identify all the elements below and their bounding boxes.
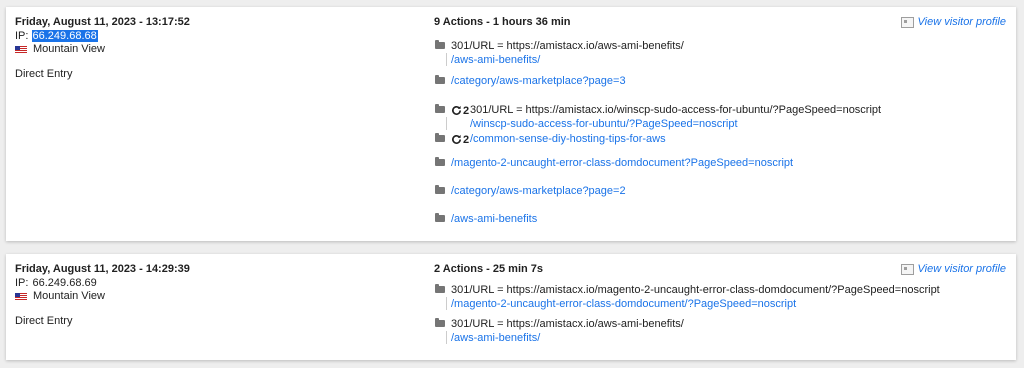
visit-date: Friday, August 11, 2023 - 14:29:39 [15, 263, 190, 275]
action-url[interactable]: /category/aws-marketplace?page=3 [451, 75, 626, 88]
location-name: Mountain View [33, 290, 105, 302]
reload-icon [452, 134, 461, 144]
action-title: 301/URL = https://amistacx.io/aws-ami-be… [451, 318, 684, 330]
ip-value[interactable]: 66.249.68.68 [31, 30, 98, 42]
actions-summary: 9 Actions - 1 hours 36 min [434, 16, 571, 28]
us-flag-icon [15, 292, 27, 301]
visitor-info: Friday, August 11, 2023 - 13:17:52 IP: 6… [15, 16, 415, 81]
location-name: Mountain View [33, 43, 105, 55]
referrer: Direct Entry [15, 68, 73, 80]
view-visitor-profile-link[interactable]: View visitor profile [900, 263, 1006, 276]
connector-line [446, 331, 447, 344]
visit-card: Friday, August 11, 2023 - 14:29:39 IP: 6… [6, 254, 1016, 360]
folder-icon [435, 157, 445, 166]
visitor-location: Mountain View [15, 290, 415, 303]
referrer: Direct Entry [15, 315, 73, 327]
view-visitor-profile-link[interactable]: View visitor profile [900, 16, 1006, 29]
connector-line [446, 297, 447, 310]
actions-panel: 9 Actions - 1 hours 36 min 301/URL = htt… [434, 16, 881, 225]
folder-icon [435, 133, 445, 142]
us-flag-icon [15, 45, 27, 54]
reload-count: 2 [463, 133, 470, 146]
action-url[interactable]: /magento-2-uncaught-error-class-domdocum… [451, 298, 796, 311]
visitor-info: Friday, August 11, 2023 - 14:29:39 IP: 6… [15, 263, 415, 328]
actions-summary: 2 Actions - 25 min 7s [434, 263, 544, 275]
action-url[interactable]: /magento-2-uncaught-error-class-domdocum… [451, 157, 793, 170]
folder-icon [435, 185, 445, 194]
connector-line [446, 117, 447, 130]
ip-value[interactable]: 66.249.68.69 [32, 277, 98, 289]
action-title: 301/URL = https://amistacx.io/aws-ami-be… [451, 40, 684, 52]
reload-indicator: 2 [451, 133, 469, 146]
visit-card: Friday, August 11, 2023 - 13:17:52 IP: 6… [6, 7, 1016, 241]
folder-icon [435, 40, 445, 49]
action-url[interactable]: /common-sense-diy-hosting-tips-for-aws [470, 133, 666, 146]
profile-icon [900, 17, 914, 28]
action-url[interactable]: /winscp-sudo-access-for-ubuntu/?PageSpee… [470, 118, 738, 131]
reload-indicator: 2 [451, 104, 469, 117]
ip-label: IP: [15, 277, 32, 289]
view-visitor-profile-label: View visitor profile [917, 16, 1006, 28]
action-url[interactable]: /category/aws-marketplace?page=2 [451, 185, 626, 198]
action-title: 301/URL = https://amistacx.io/magento-2-… [451, 284, 940, 296]
folder-icon [435, 318, 445, 327]
action-url[interactable]: /aws-ami-benefits [451, 213, 537, 226]
action-title: 301/URL = https://amistacx.io/winscp-sud… [470, 104, 882, 116]
visitor-location: Mountain View [15, 43, 415, 56]
visitor-ip: IP: 66.249.68.69 [15, 277, 415, 290]
visit-date: Friday, August 11, 2023 - 13:17:52 [15, 16, 190, 28]
reload-count: 2 [463, 104, 470, 117]
action-url[interactable]: /aws-ami-benefits/ [451, 332, 540, 345]
folder-icon [435, 284, 445, 293]
actions-panel: 2 Actions - 25 min 7s 301/URL = https://… [434, 263, 940, 344]
ip-label: IP: [15, 30, 32, 42]
folder-icon [435, 213, 445, 222]
folder-icon [435, 104, 445, 113]
action-url[interactable]: /aws-ami-benefits/ [451, 54, 540, 67]
profile-icon [900, 264, 914, 275]
folder-icon [435, 75, 445, 84]
view-visitor-profile-label: View visitor profile [917, 263, 1006, 275]
reload-icon [452, 105, 461, 115]
connector-line [446, 53, 447, 66]
visitor-ip: IP: 66.249.68.68 [15, 30, 415, 43]
